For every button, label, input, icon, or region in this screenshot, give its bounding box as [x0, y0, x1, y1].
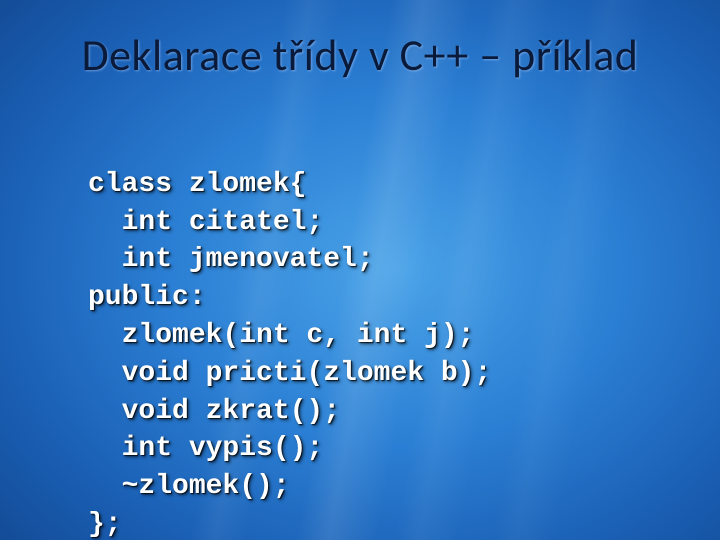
code-line: ~zlomek();	[88, 471, 290, 502]
code-block: class zlomek{ int citatel; int jmenovate…	[88, 128, 491, 540]
code-line: void zkrat();	[88, 396, 340, 427]
code-line: int vypis();	[88, 433, 323, 464]
slide-title: Deklarace třídy v C++ – příklad	[0, 28, 720, 82]
code-line: zlomek(int c, int j);	[88, 320, 474, 351]
code-line: void pricti(zlomek b);	[88, 358, 491, 389]
code-line: public:	[88, 282, 206, 313]
code-line: int jmenovatel;	[88, 244, 374, 275]
code-line: class zlomek{	[88, 169, 306, 200]
code-line: };	[88, 509, 122, 540]
code-line: int citatel;	[88, 207, 323, 238]
